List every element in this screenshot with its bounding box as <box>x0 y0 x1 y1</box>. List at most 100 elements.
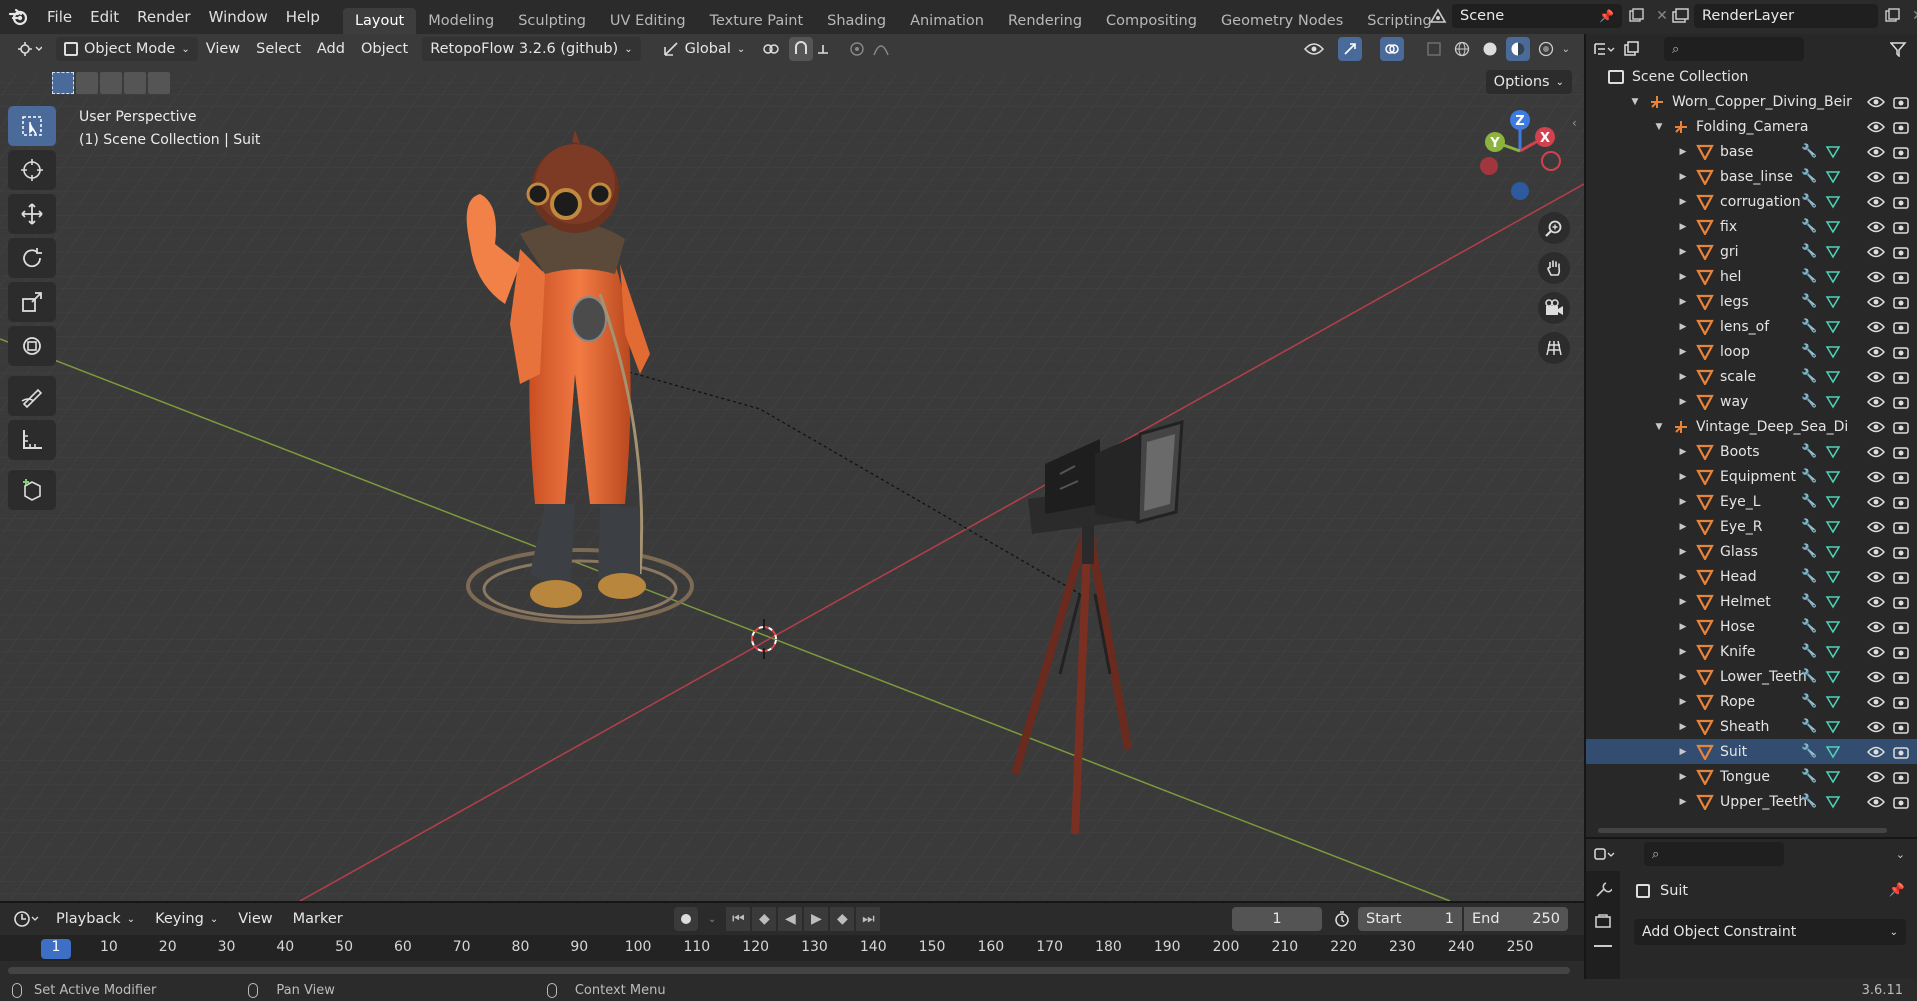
expand-right-icon[interactable]: ▶ <box>1676 722 1690 732</box>
visibility-icon[interactable] <box>1302 37 1326 61</box>
mesh-data-icon[interactable] <box>1825 320 1841 334</box>
filter-icon[interactable] <box>1887 37 1911 61</box>
eye-visibility-icon[interactable] <box>1867 196 1885 208</box>
render-properties-icon[interactable] <box>1594 913 1612 931</box>
chevron-down-icon[interactable]: ⌄ <box>1562 44 1570 55</box>
xray-icon[interactable] <box>1422 37 1446 61</box>
tab-shading[interactable]: Shading <box>815 8 898 34</box>
pivot-point-icon[interactable] <box>759 37 783 61</box>
eye-visibility-icon[interactable] <box>1867 771 1885 783</box>
close-view-layer-icon[interactable]: ✕ <box>1906 4 1917 28</box>
camera-render-icon[interactable] <box>1893 495 1909 509</box>
expand-down-icon[interactable]: ▼ <box>1628 97 1642 107</box>
select-box-tool[interactable] <box>8 106 56 146</box>
menu-object[interactable]: Object <box>353 37 416 61</box>
camera-render-icon[interactable] <box>1893 245 1909 259</box>
mesh-data-icon[interactable] <box>1825 695 1841 709</box>
pan-hand-icon[interactable] <box>1538 252 1570 284</box>
mesh-data-icon[interactable] <box>1825 195 1841 209</box>
scene-name-field[interactable]: Scene 📌 <box>1452 4 1622 28</box>
expand-right-icon[interactable]: ▶ <box>1676 547 1690 557</box>
tab-compositing[interactable]: Compositing <box>1094 8 1209 34</box>
expand-right-icon[interactable]: ▶ <box>1676 647 1690 657</box>
scale-tool[interactable] <box>8 282 56 322</box>
camera-view-icon[interactable] <box>1538 292 1570 324</box>
timeline-scrollbar[interactable] <box>8 967 1570 974</box>
marker-menu[interactable]: Marker <box>285 907 351 931</box>
outliner-row-lower_teeth[interactable]: ▶ Lower_Teeth 🔧 <box>1586 664 1917 689</box>
modifier-wrench-icon[interactable]: 🔧 <box>1801 319 1817 334</box>
camera-render-icon[interactable] <box>1893 645 1909 659</box>
outliner-row-knife[interactable]: ▶ Knife 🔧 <box>1586 639 1917 664</box>
stopwatch-icon[interactable] <box>1330 907 1354 931</box>
camera-render-icon[interactable] <box>1893 95 1909 109</box>
eye-visibility-icon[interactable] <box>1867 321 1885 333</box>
outliner-row-vintage_deep_sea_di[interactable]: ▼ Vintage_Deep_Sea_Di <box>1586 414 1917 439</box>
menu-select[interactable]: Select <box>248 37 309 61</box>
outliner-row-legs[interactable]: ▶ legs 🔧 <box>1586 289 1917 314</box>
camera-render-icon[interactable] <box>1893 745 1909 759</box>
modifier-wrench-icon[interactable]: 🔧 <box>1801 269 1817 284</box>
blender-logo-icon[interactable] <box>0 7 38 27</box>
outliner-row-hose[interactable]: ▶ Hose 🔧 <box>1586 614 1917 639</box>
view-layer-icon[interactable] <box>1668 4 1692 28</box>
eye-visibility-icon[interactable] <box>1867 621 1885 633</box>
rendered-shading-icon[interactable] <box>1534 37 1558 61</box>
orthographic-grid-icon[interactable] <box>1538 332 1570 364</box>
mesh-data-icon[interactable] <box>1825 345 1841 359</box>
snap-icon[interactable] <box>789 37 814 61</box>
eye-visibility-icon[interactable] <box>1867 246 1885 258</box>
camera-render-icon[interactable] <box>1893 520 1909 534</box>
modifier-wrench-icon[interactable]: 🔧 <box>1801 244 1817 259</box>
modifier-wrench-icon[interactable]: 🔧 <box>1801 294 1817 309</box>
outliner-row-base[interactable]: ▶ base 🔧 <box>1586 139 1917 164</box>
output-properties-icon[interactable] <box>1594 945 1612 951</box>
display-mode-icon[interactable] <box>1622 37 1646 61</box>
outliner-row-way[interactable]: ▶ way 🔧 <box>1586 389 1917 414</box>
overlays-toggle-icon[interactable] <box>1379 37 1404 61</box>
expand-right-icon[interactable]: ▶ <box>1676 697 1690 707</box>
select-invert-icon[interactable] <box>124 72 146 94</box>
expand-right-icon[interactable]: ▶ <box>1676 347 1690 357</box>
eye-visibility-icon[interactable] <box>1867 171 1885 183</box>
expand-right-icon[interactable]: ▶ <box>1676 472 1690 482</box>
expand-right-icon[interactable]: ▶ <box>1676 797 1690 807</box>
tab-uv-editing[interactable]: UV Editing <box>598 8 698 34</box>
outliner-row-sheath[interactable]: ▶ Sheath 🔧 <box>1586 714 1917 739</box>
modifier-wrench-icon[interactable]: 🔧 <box>1801 369 1817 384</box>
eye-visibility-icon[interactable] <box>1867 146 1885 158</box>
outliner-row-head[interactable]: ▶ Head 🔧 <box>1586 564 1917 589</box>
outliner-row-gri[interactable]: ▶ gri 🔧 <box>1586 239 1917 264</box>
mesh-data-icon[interactable] <box>1825 220 1841 234</box>
outliner-row-base_linse[interactable]: ▶ base_linse 🔧 <box>1586 164 1917 189</box>
outliner-search-input[interactable]: ⌕ <box>1664 37 1804 61</box>
eye-visibility-icon[interactable] <box>1867 271 1885 283</box>
outliner-row-upper_teeth[interactable]: ▶ Upper_Teeth 🔧 <box>1586 789 1917 814</box>
3d-viewport[interactable]: Object Mode ⌄ View Select Add Object Ret… <box>0 34 1584 901</box>
eye-visibility-icon[interactable] <box>1867 346 1885 358</box>
outliner-row-eye_l[interactable]: ▶ Eye_L 🔧 <box>1586 489 1917 514</box>
modifier-wrench-icon[interactable]: 🔧 <box>1801 669 1817 684</box>
expand-right-icon[interactable]: ▶ <box>1676 297 1690 307</box>
expand-right-icon[interactable]: ▶ <box>1676 447 1690 457</box>
eye-visibility-icon[interactable] <box>1867 671 1885 683</box>
scene-collection-row[interactable]: Scene Collection <box>1586 64 1917 89</box>
modifier-wrench-icon[interactable]: 🔧 <box>1801 219 1817 234</box>
expand-down-icon[interactable]: ▼ <box>1652 422 1666 432</box>
mesh-data-icon[interactable] <box>1825 670 1841 684</box>
mesh-data-icon[interactable] <box>1825 295 1841 309</box>
camera-render-icon[interactable] <box>1893 145 1909 159</box>
tab-texture-paint[interactable]: Texture Paint <box>698 8 816 34</box>
eye-visibility-icon[interactable] <box>1867 521 1885 533</box>
expand-right-icon[interactable]: ▶ <box>1676 522 1690 532</box>
playback-menu[interactable]: Playback ⌄ <box>48 907 143 931</box>
rotate-tool[interactable] <box>8 238 56 278</box>
eye-visibility-icon[interactable] <box>1867 696 1885 708</box>
eye-visibility-icon[interactable] <box>1867 396 1885 408</box>
modifier-wrench-icon[interactable]: 🔧 <box>1801 169 1817 184</box>
expand-right-icon[interactable]: ▶ <box>1676 397 1690 407</box>
tab-geometry-nodes[interactable]: Geometry Nodes <box>1209 8 1355 34</box>
solid-shading-icon[interactable] <box>1478 37 1502 61</box>
modifier-wrench-icon[interactable]: 🔧 <box>1801 519 1817 534</box>
outliner-row-fix[interactable]: ▶ fix 🔧 <box>1586 214 1917 239</box>
